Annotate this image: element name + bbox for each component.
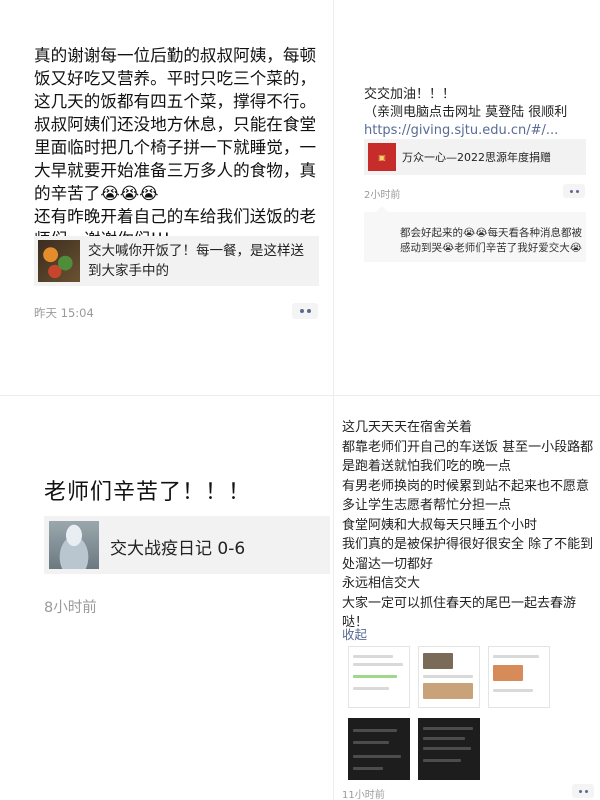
more-actions-button[interactable]: [563, 184, 585, 198]
post-time: 2小时前: [364, 190, 401, 201]
donation-logo-icon: ▣: [368, 143, 396, 171]
article-title: 交大战疫日记 0-6: [110, 539, 246, 559]
post-time: 昨天 15:04: [34, 306, 94, 320]
shared-article-card[interactable]: 交大战疫日记 0-6: [44, 516, 330, 574]
donation-link[interactable]: https://giving.sjtu.edu.cn/#/...: [364, 123, 558, 138]
dot-icon: [578, 789, 582, 793]
moment-post-1: 真的谢谢每一位后勤的叔叔阿姨，每顿饭又好吃又营养。平时只吃三个菜的，这几天的饭都…: [0, 0, 333, 395]
dot-icon: [575, 189, 579, 193]
comment-box: 都会好起来的😭😭每天看各种消息都被感动到哭😭老师们辛苦了我好爱交大😭: [364, 206, 586, 262]
shared-article-card[interactable]: ▣ 万众一心—2022思源年度捐赠: [364, 139, 586, 175]
post-text-main: 交交加油！！！ （亲测电脑点击网址 莫登陆 很顺利: [364, 87, 568, 120]
article-title: 交大喊你开饭了！每一餐，是这样送到大家手中的: [88, 243, 304, 279]
post-time: 8小时前: [44, 600, 97, 616]
comment-text: 都会好起来的😭😭每天看各种消息都被感动到哭😭老师们辛苦了我好爱交大😭: [400, 227, 583, 254]
chat-screenshot-image[interactable]: [348, 718, 410, 780]
moment-post-2: 交交加油！！！ （亲测电脑点击网址 莫登陆 很顺利 https://giving.…: [334, 0, 600, 395]
chat-screenshot-image[interactable]: [418, 718, 480, 780]
dot-icon: [299, 309, 304, 313]
post-text: 老师们辛苦了！！！: [44, 480, 252, 505]
post-time: 11小时前: [342, 790, 385, 800]
dot-icon: [584, 789, 588, 793]
dot-icon: [569, 189, 573, 193]
chat-screenshot-image[interactable]: [348, 646, 410, 708]
post-text: 这几天天天在宿舍关着 都靠老师们开自己的车送饭 甚至一小段路都是跑着送就怕我们吃…: [342, 420, 594, 630]
shared-article-card[interactable]: 交大喊你开饭了！每一餐，是这样送到大家手中的: [34, 236, 319, 286]
more-actions-button[interactable]: [572, 784, 594, 798]
collapse-link[interactable]: 收起: [342, 624, 367, 643]
article-thumbnail: [38, 240, 80, 282]
chat-screenshot-image[interactable]: [488, 646, 550, 708]
comment-caret: [376, 206, 388, 212]
image-grid: [348, 646, 558, 791]
post-text: 真的谢谢每一位后勤的叔叔阿姨，每顿饭又好吃又营养。平时只吃三个菜的，这几天的饭都…: [34, 46, 317, 249]
post-text: 交交加油！！！ （亲测电脑点击网址 莫登陆 很顺利 https://giving.…: [364, 86, 594, 140]
more-actions-button[interactable]: [292, 303, 318, 319]
article-thumbnail: [49, 521, 99, 569]
chat-screenshot-image[interactable]: [418, 646, 480, 708]
moment-post-3: 老师们辛苦了！！！ 交大战疫日记 0-6 8小时前: [0, 396, 333, 800]
moment-post-4: 这几天天天在宿舍关着 都靠老师们开自己的车送饭 甚至一小段路都是跑着送就怕我们吃…: [334, 396, 600, 800]
dot-icon: [306, 309, 311, 313]
article-title: 万众一心—2022思源年度捐赠: [402, 151, 551, 164]
